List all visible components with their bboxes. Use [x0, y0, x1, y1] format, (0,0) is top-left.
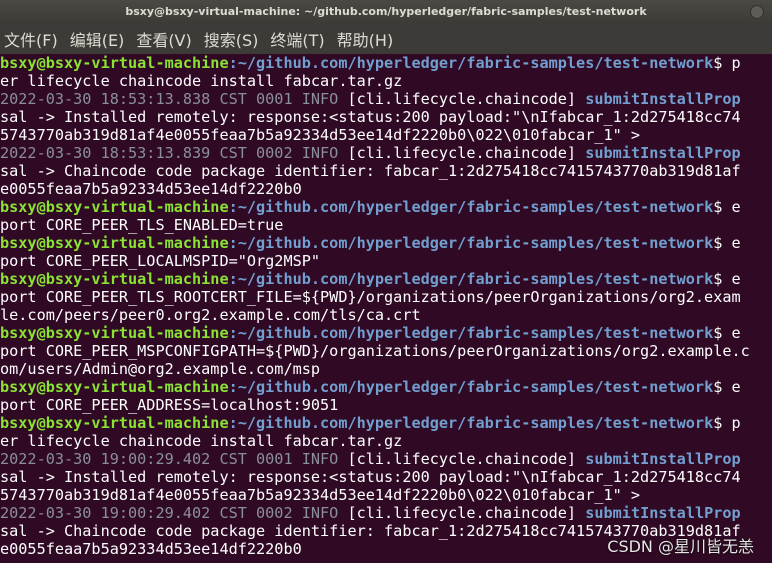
- output-text: port CORE_PEER_TLS_ENABLED=true: [0, 216, 284, 234]
- log-timestamp: 2022-03-30 18:53:13.838 CST 0001 INFO: [0, 90, 339, 108]
- terminal-line: e0055feaa7b5a92334d53ee14df2220b0: [0, 180, 772, 198]
- terminal-line: bsxy@bsxy-virtual-machine:~/github.com/h…: [0, 234, 772, 252]
- log-timestamp: 2022-03-30 18:53:13.839 CST 0002 INFO: [0, 144, 339, 162]
- log-function: submitInstallProp: [585, 450, 741, 468]
- log-context: [cli.lifecycle.chaincode]: [347, 90, 577, 108]
- prompt-path: :~/github.com/hyperledger/fabric-samples…: [228, 414, 714, 432]
- terminal-line: le.com/peers/peer0.org2.example.com/tls/…: [0, 306, 772, 324]
- output-text: sal -> Chaincode code package identifier…: [0, 162, 741, 180]
- prompt-user: bsxy@bsxy-virtual-machine: [0, 324, 229, 342]
- output-text: e0055feaa7b5a92334d53ee14df2220b0: [0, 180, 302, 198]
- terminal-line: bsxy@bsxy-virtual-machine:~/github.com/h…: [0, 54, 772, 72]
- prompt-path: :~/github.com/hyperledger/fabric-samples…: [228, 378, 714, 396]
- terminal-line: port CORE_PEER_LOCALMSPID="Org2MSP": [0, 252, 772, 270]
- log-context: [cli.lifecycle.chaincode]: [347, 144, 577, 162]
- prompt-user: bsxy@bsxy-virtual-machine: [0, 198, 229, 216]
- prompt-command: $ p: [713, 414, 741, 432]
- menu-search[interactable]: 搜索(S): [204, 27, 259, 51]
- terminal-line: 2022-03-30 19:00:29.402 CST 0001 INFO [c…: [0, 450, 772, 468]
- prompt-path: :~/github.com/hyperledger/fabric-samples…: [228, 198, 714, 216]
- prompt-user: bsxy@bsxy-virtual-machine: [0, 54, 229, 72]
- output-text: port CORE_PEER_MSPCONFIGPATH=${PWD}/orga…: [0, 342, 750, 360]
- terminal-line: sal -> Chaincode code package identifier…: [0, 162, 772, 180]
- output-text: port CORE_PEER_TLS_ROOTCERT_FILE=${PWD}/…: [0, 288, 741, 306]
- terminal-line: bsxy@bsxy-virtual-machine:~/github.com/h…: [0, 198, 772, 216]
- terminal-line: bsxy@bsxy-virtual-machine:~/github.com/h…: [0, 378, 772, 396]
- watermark: CSDN @星川皆无恙: [607, 537, 754, 556]
- terminal-output[interactable]: bsxy@bsxy-virtual-machine:~/github.com/h…: [0, 54, 772, 563]
- prompt-user: bsxy@bsxy-virtual-machine: [0, 270, 229, 288]
- terminal-line: sal -> Installed remotely: response:<sta…: [0, 108, 772, 126]
- menu-help[interactable]: 帮助(H): [337, 27, 394, 51]
- menu-edit[interactable]: 编辑(E): [70, 27, 125, 51]
- terminal-line: port CORE_PEER_TLS_ENABLED=true: [0, 216, 772, 234]
- output-text: port CORE_PEER_ADDRESS=localhost:9051: [0, 396, 339, 414]
- output-text: om/users/Admin@org2.example.com/msp: [0, 360, 321, 378]
- prompt-path: :~/github.com/hyperledger/fabric-samples…: [228, 324, 714, 342]
- menubar: 文件(F) 编辑(E) 查看(V) 搜索(S) 终端(T) 帮助(H): [0, 24, 772, 54]
- terminal-line: 5743770ab319d81af4e0055feaa7b5a92334d53e…: [0, 486, 772, 504]
- terminal-line: port CORE_PEER_TLS_ROOTCERT_FILE=${PWD}/…: [0, 288, 772, 306]
- output-text: e0055feaa7b5a92334d53ee14df2220b0: [0, 540, 302, 558]
- terminal-line: er lifecycle chaincode install fabcar.ta…: [0, 72, 772, 90]
- prompt-command: $ e: [713, 198, 741, 216]
- log-function: submitInstallProp: [585, 504, 741, 522]
- terminal-line: 2022-03-30 18:53:13.838 CST 0001 INFO [c…: [0, 90, 772, 108]
- terminal-line: bsxy@bsxy-virtual-machine:~/github.com/h…: [0, 270, 772, 288]
- terminal-line: 2022-03-30 18:53:13.839 CST 0002 INFO [c…: [0, 144, 772, 162]
- log-function: submitInstallProp: [585, 144, 741, 162]
- output-text: 5743770ab319d81af4e0055feaa7b5a92334d53e…: [0, 486, 641, 504]
- terminal-line: om/users/Admin@org2.example.com/msp: [0, 360, 772, 378]
- menu-view[interactable]: 查看(V): [136, 27, 191, 51]
- window-title: bsxy@bsxy-virtual-machine: ~/github.com/…: [125, 5, 647, 18]
- log-context: [cli.lifecycle.chaincode]: [347, 504, 577, 522]
- output-text: sal -> Installed remotely: response:<sta…: [0, 108, 741, 126]
- prompt-user: bsxy@bsxy-virtual-machine: [0, 414, 229, 432]
- log-timestamp: 2022-03-30 19:00:29.402 CST 0002 INFO: [0, 504, 339, 522]
- prompt-path: :~/github.com/hyperledger/fabric-samples…: [228, 270, 714, 288]
- terminal-line: sal -> Installed remotely: response:<sta…: [0, 468, 772, 486]
- prompt-path: :~/github.com/hyperledger/fabric-samples…: [228, 54, 714, 72]
- log-timestamp: 2022-03-30 19:00:29.402 CST 0001 INFO: [0, 450, 339, 468]
- terminal-line: bsxy@bsxy-virtual-machine:~/github.com/h…: [0, 324, 772, 342]
- prompt-command: $ p: [713, 54, 741, 72]
- output-text: sal -> Installed remotely: response:<sta…: [0, 468, 741, 486]
- terminal-line: 5743770ab319d81af4e0055feaa7b5a92334d53e…: [0, 126, 772, 144]
- output-text: le.com/peers/peer0.org2.example.com/tls/…: [0, 306, 421, 324]
- menu-terminal[interactable]: 终端(T): [270, 27, 324, 51]
- output-text: 5743770ab319d81af4e0055feaa7b5a92334d53e…: [0, 126, 641, 144]
- terminal-line: er lifecycle chaincode install fabcar.ta…: [0, 432, 772, 450]
- prompt-user: bsxy@bsxy-virtual-machine: [0, 378, 229, 396]
- log-context: [cli.lifecycle.chaincode]: [347, 450, 577, 468]
- output-text: er lifecycle chaincode install fabcar.ta…: [0, 72, 403, 90]
- prompt-user: bsxy@bsxy-virtual-machine: [0, 234, 229, 252]
- terminal-line: bsxy@bsxy-virtual-machine:~/github.com/h…: [0, 414, 772, 432]
- terminal-line: port CORE_PEER_ADDRESS=localhost:9051: [0, 396, 772, 414]
- prompt-path: :~/github.com/hyperledger/fabric-samples…: [228, 234, 714, 252]
- prompt-command: $ e: [713, 324, 741, 342]
- log-function: submitInstallProp: [585, 90, 741, 108]
- prompt-command: $ e: [713, 270, 741, 288]
- close-button[interactable]: [750, 5, 764, 19]
- prompt-command: $ e: [713, 234, 741, 252]
- prompt-command: $ e: [713, 378, 741, 396]
- window-titlebar[interactable]: bsxy@bsxy-virtual-machine: ~/github.com/…: [0, 0, 772, 24]
- output-text: port CORE_PEER_LOCALMSPID="Org2MSP": [0, 252, 321, 270]
- terminal-line: 2022-03-30 19:00:29.402 CST 0002 INFO [c…: [0, 504, 772, 522]
- output-text: er lifecycle chaincode install fabcar.ta…: [0, 432, 403, 450]
- terminal-line: port CORE_PEER_MSPCONFIGPATH=${PWD}/orga…: [0, 342, 772, 360]
- menu-file[interactable]: 文件(F): [4, 27, 58, 51]
